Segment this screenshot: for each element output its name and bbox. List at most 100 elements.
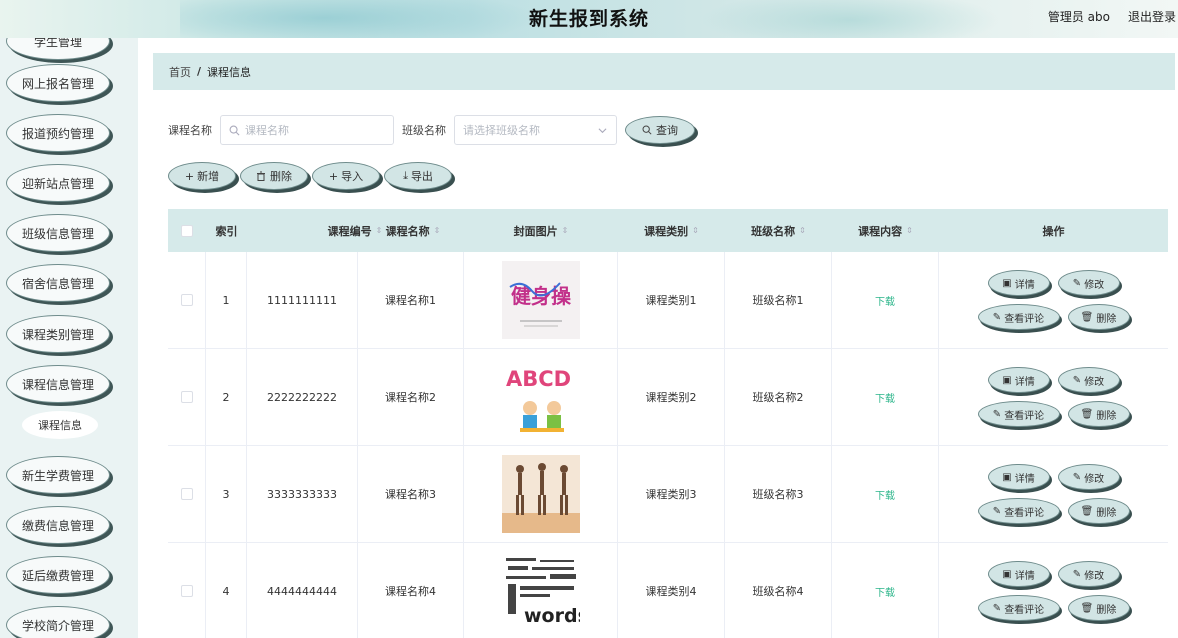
cover-image[interactable]: ABCD	[501, 358, 580, 436]
view-comments-button[interactable]: ✎ 查看评论	[977, 304, 1060, 330]
course-name-placeholder: 课程名称	[245, 124, 289, 137]
select-all-checkbox[interactable]	[181, 224, 193, 237]
detail-button[interactable]: ▣ 详情	[987, 367, 1050, 393]
sidebar-item-students[interactable]: 学生管理	[6, 38, 110, 60]
course-content-cell: 下载	[832, 543, 939, 638]
detail-button[interactable]: ▣ 详情	[987, 270, 1050, 296]
sidebar-item-online-registration[interactable]: 网上报名管理	[6, 64, 110, 102]
edit-icon: ✎	[992, 311, 1002, 323]
actions-cell: ▣ 详情 ✎ 修改 ✎ 查看评论 🗑 删除	[939, 446, 1168, 542]
sidebar-item-label: 学校简介管理	[21, 618, 94, 633]
view-comments-button[interactable]: ✎ 查看评论	[977, 498, 1060, 524]
header-course-content[interactable]: 课程内容 ⇕	[832, 209, 939, 252]
import-button-label: 导入	[341, 170, 364, 183]
row-checkbox[interactable]	[180, 294, 193, 306]
delete-button[interactable]: 🗑 删除	[1067, 498, 1130, 524]
row-select-cell[interactable]	[168, 349, 206, 445]
sidebar-item-label: 新生学费管理	[21, 468, 94, 483]
header-cover-image[interactable]: 封面图片 ⇕	[464, 209, 618, 252]
cover-image[interactable]: words	[501, 552, 580, 630]
actions-cell: ▣ 详情 ✎ 修改 ✎ 查看评论 🗑 删除	[939, 349, 1168, 445]
row-select-cell[interactable]	[168, 543, 206, 638]
delete-button[interactable]: 🗑 删除	[1067, 304, 1130, 330]
edit-button[interactable]: ✎ 修改	[1057, 464, 1120, 490]
course-name-input[interactable]: 课程名称	[220, 115, 394, 145]
download-link[interactable]: 下载	[875, 584, 895, 599]
row-checkbox[interactable]	[180, 585, 193, 597]
class-name-cell: 班级名称4	[725, 543, 832, 638]
course-category-cell: 课程类别3	[618, 446, 725, 542]
batch-delete-button[interactable]: 删除	[240, 162, 308, 190]
sidebar-item-label: 报道预约管理	[21, 126, 94, 141]
view-comments-button[interactable]: ✎ 查看评论	[977, 595, 1060, 621]
trash-icon: 🗑	[1080, 311, 1094, 323]
edit-button[interactable]: ✎ 修改	[1057, 367, 1120, 393]
search-bar: 课程名称 课程名称 班级名称 请选择班级名称 查询	[168, 114, 695, 146]
download-link[interactable]: 下载	[875, 390, 895, 405]
header-label: 课程内容	[858, 224, 903, 238]
sort-icon[interactable]: ⇕	[692, 226, 699, 235]
header-course-category[interactable]: 课程类别 ⇕	[618, 209, 725, 252]
cover-image[interactable]: 健身操	[501, 261, 580, 339]
sidebar-item-dorm-info[interactable]: 宿舍信息管理	[6, 264, 110, 302]
sort-icon[interactable]: ⇕	[562, 226, 569, 235]
export-button[interactable]: ⤓ 导出	[384, 162, 452, 190]
edit-icon: ✎	[992, 408, 1002, 420]
course-name-cell: 课程名称4	[358, 543, 464, 638]
course-content-cell: 下载	[832, 349, 939, 445]
select-all-cell[interactable]	[168, 209, 206, 252]
sort-icon[interactable]: ⇕	[434, 226, 441, 235]
sidebar-item-course-info[interactable]: 课程信息管理	[6, 365, 110, 403]
detail-button[interactable]: ▣ 详情	[987, 561, 1050, 587]
course-code-cell: 2222222222	[247, 349, 358, 445]
edit-button[interactable]: ✎ 修改	[1057, 270, 1120, 296]
delete-button[interactable]: 🗑 删除	[1067, 595, 1130, 621]
class-name-select[interactable]: 请选择班级名称	[454, 115, 617, 145]
row-checkbox[interactable]	[180, 488, 193, 500]
download-link[interactable]: 下载	[875, 293, 895, 308]
sort-icon[interactable]: ⇕	[906, 226, 913, 235]
sidebar-item-payment-info[interactable]: 缴费信息管理	[6, 506, 110, 544]
breadcrumb-separator: /	[197, 65, 202, 78]
sidebar-item-deferred-payment[interactable]: 延后缴费管理	[6, 556, 110, 594]
course-content-cell: 下载	[832, 446, 939, 542]
sidebar-item-label: 缴费信息管理	[21, 518, 94, 533]
cover-image-text: words	[524, 605, 580, 627]
header-course-name[interactable]: 课程名称 ⇕	[358, 209, 468, 252]
row-select-cell[interactable]	[168, 446, 206, 542]
download-link[interactable]: 下载	[875, 487, 895, 502]
header-label: 班级名称	[751, 224, 796, 238]
query-button[interactable]: 查询	[625, 116, 695, 144]
row-select-cell[interactable]	[168, 252, 206, 348]
trash-icon: 🗑	[1080, 408, 1094, 420]
sidebar-subitem-course-info[interactable]: 课程信息	[22, 411, 98, 439]
view-comments-button[interactable]: ✎ 查看评论	[977, 401, 1060, 427]
detail-button[interactable]: ▣ 详情	[987, 464, 1050, 490]
cover-image[interactable]	[501, 455, 580, 533]
logout-link[interactable]: 退出登录	[1128, 8, 1176, 25]
sidebar-item-label: 学生管理	[33, 38, 82, 49]
breadcrumb-home[interactable]: 首页	[169, 64, 191, 80]
edit-button[interactable]: ✎ 修改	[1057, 561, 1120, 587]
add-button[interactable]: + 新增	[168, 162, 236, 190]
sidebar-item-tuition[interactable]: 新生学费管理	[6, 456, 110, 494]
sidebar-item-class-info[interactable]: 班级信息管理	[6, 214, 110, 252]
edit-button-label: 修改	[1084, 376, 1105, 388]
edit-icon: ✎	[1072, 568, 1082, 580]
search-icon	[642, 125, 652, 135]
row-checkbox[interactable]	[180, 391, 193, 403]
sidebar-item-label: 网上报名管理	[21, 76, 94, 91]
sidebar-item-course-category[interactable]: 课程类别管理	[6, 315, 110, 353]
detail-icon: ▣	[1002, 471, 1012, 483]
sidebar-item-welcome-station[interactable]: 迎新站点管理	[6, 164, 110, 202]
header-class-name[interactable]: 班级名称 ⇕	[725, 209, 832, 252]
edit-button-label: 修改	[1084, 473, 1105, 485]
course-code-cell: 3333333333	[247, 446, 358, 542]
sidebar-item-school-intro[interactable]: 学校简介管理	[6, 606, 110, 638]
sort-icon[interactable]: ⇕	[799, 226, 806, 235]
import-button[interactable]: + 导入	[312, 162, 380, 190]
plus-icon: +	[328, 169, 339, 183]
sidebar-item-appointment[interactable]: 报道预约管理	[6, 114, 110, 152]
delete-button[interactable]: 🗑 删除	[1067, 401, 1130, 427]
delete-button-label: 删除	[1096, 604, 1117, 616]
